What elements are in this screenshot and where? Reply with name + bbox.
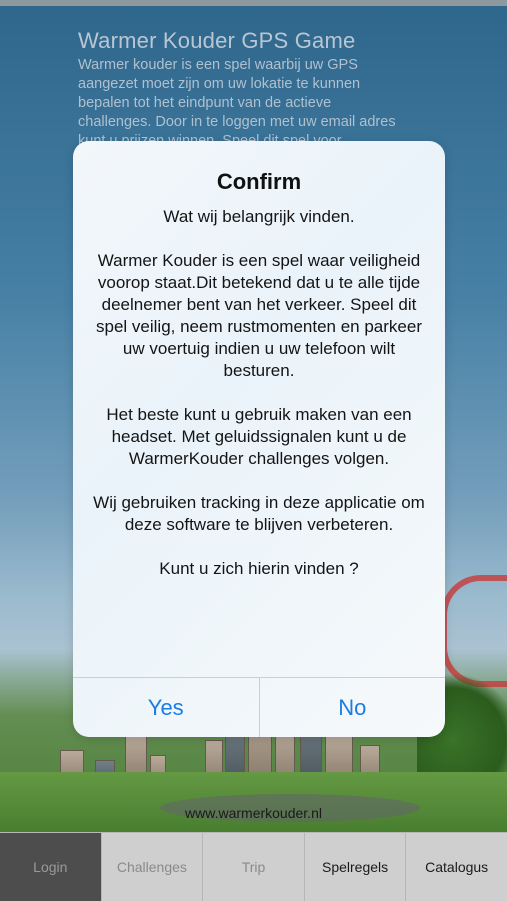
tab-challenges[interactable]: Challenges [102, 833, 204, 901]
dialog-paragraph: Warmer Kouder is een spel waar veilighei… [96, 251, 422, 380]
tab-spelregels[interactable]: Spelregels [305, 833, 407, 901]
bottom-tab-bar: Login Challenges Trip Spelregels Catalog… [0, 832, 507, 901]
dialog-paragraph: Wat wij belangrijk vinden. [163, 207, 355, 226]
dialog-paragraph: Het beste kunt u gebruik maken van een h… [106, 405, 412, 468]
yes-button[interactable]: Yes [73, 678, 259, 737]
dialog-paragraph: Kunt u zich hierin vinden ? [159, 559, 359, 578]
tab-login[interactable]: Login [0, 833, 102, 901]
tab-catalogus[interactable]: Catalogus [406, 833, 507, 901]
dialog-paragraph: Wij gebruiken tracking in deze applicati… [93, 493, 425, 534]
tab-trip[interactable]: Trip [203, 833, 305, 901]
dialog-message: Wat wij belangrijk vinden. Warmer Kouder… [91, 206, 427, 602]
dialog-buttons: Yes No [73, 677, 445, 737]
dialog-title: Confirm [216, 169, 302, 194]
no-button[interactable]: No [258, 678, 446, 737]
confirm-dialog: Confirm Wat wij belangrijk vinden. Warme… [73, 141, 445, 737]
